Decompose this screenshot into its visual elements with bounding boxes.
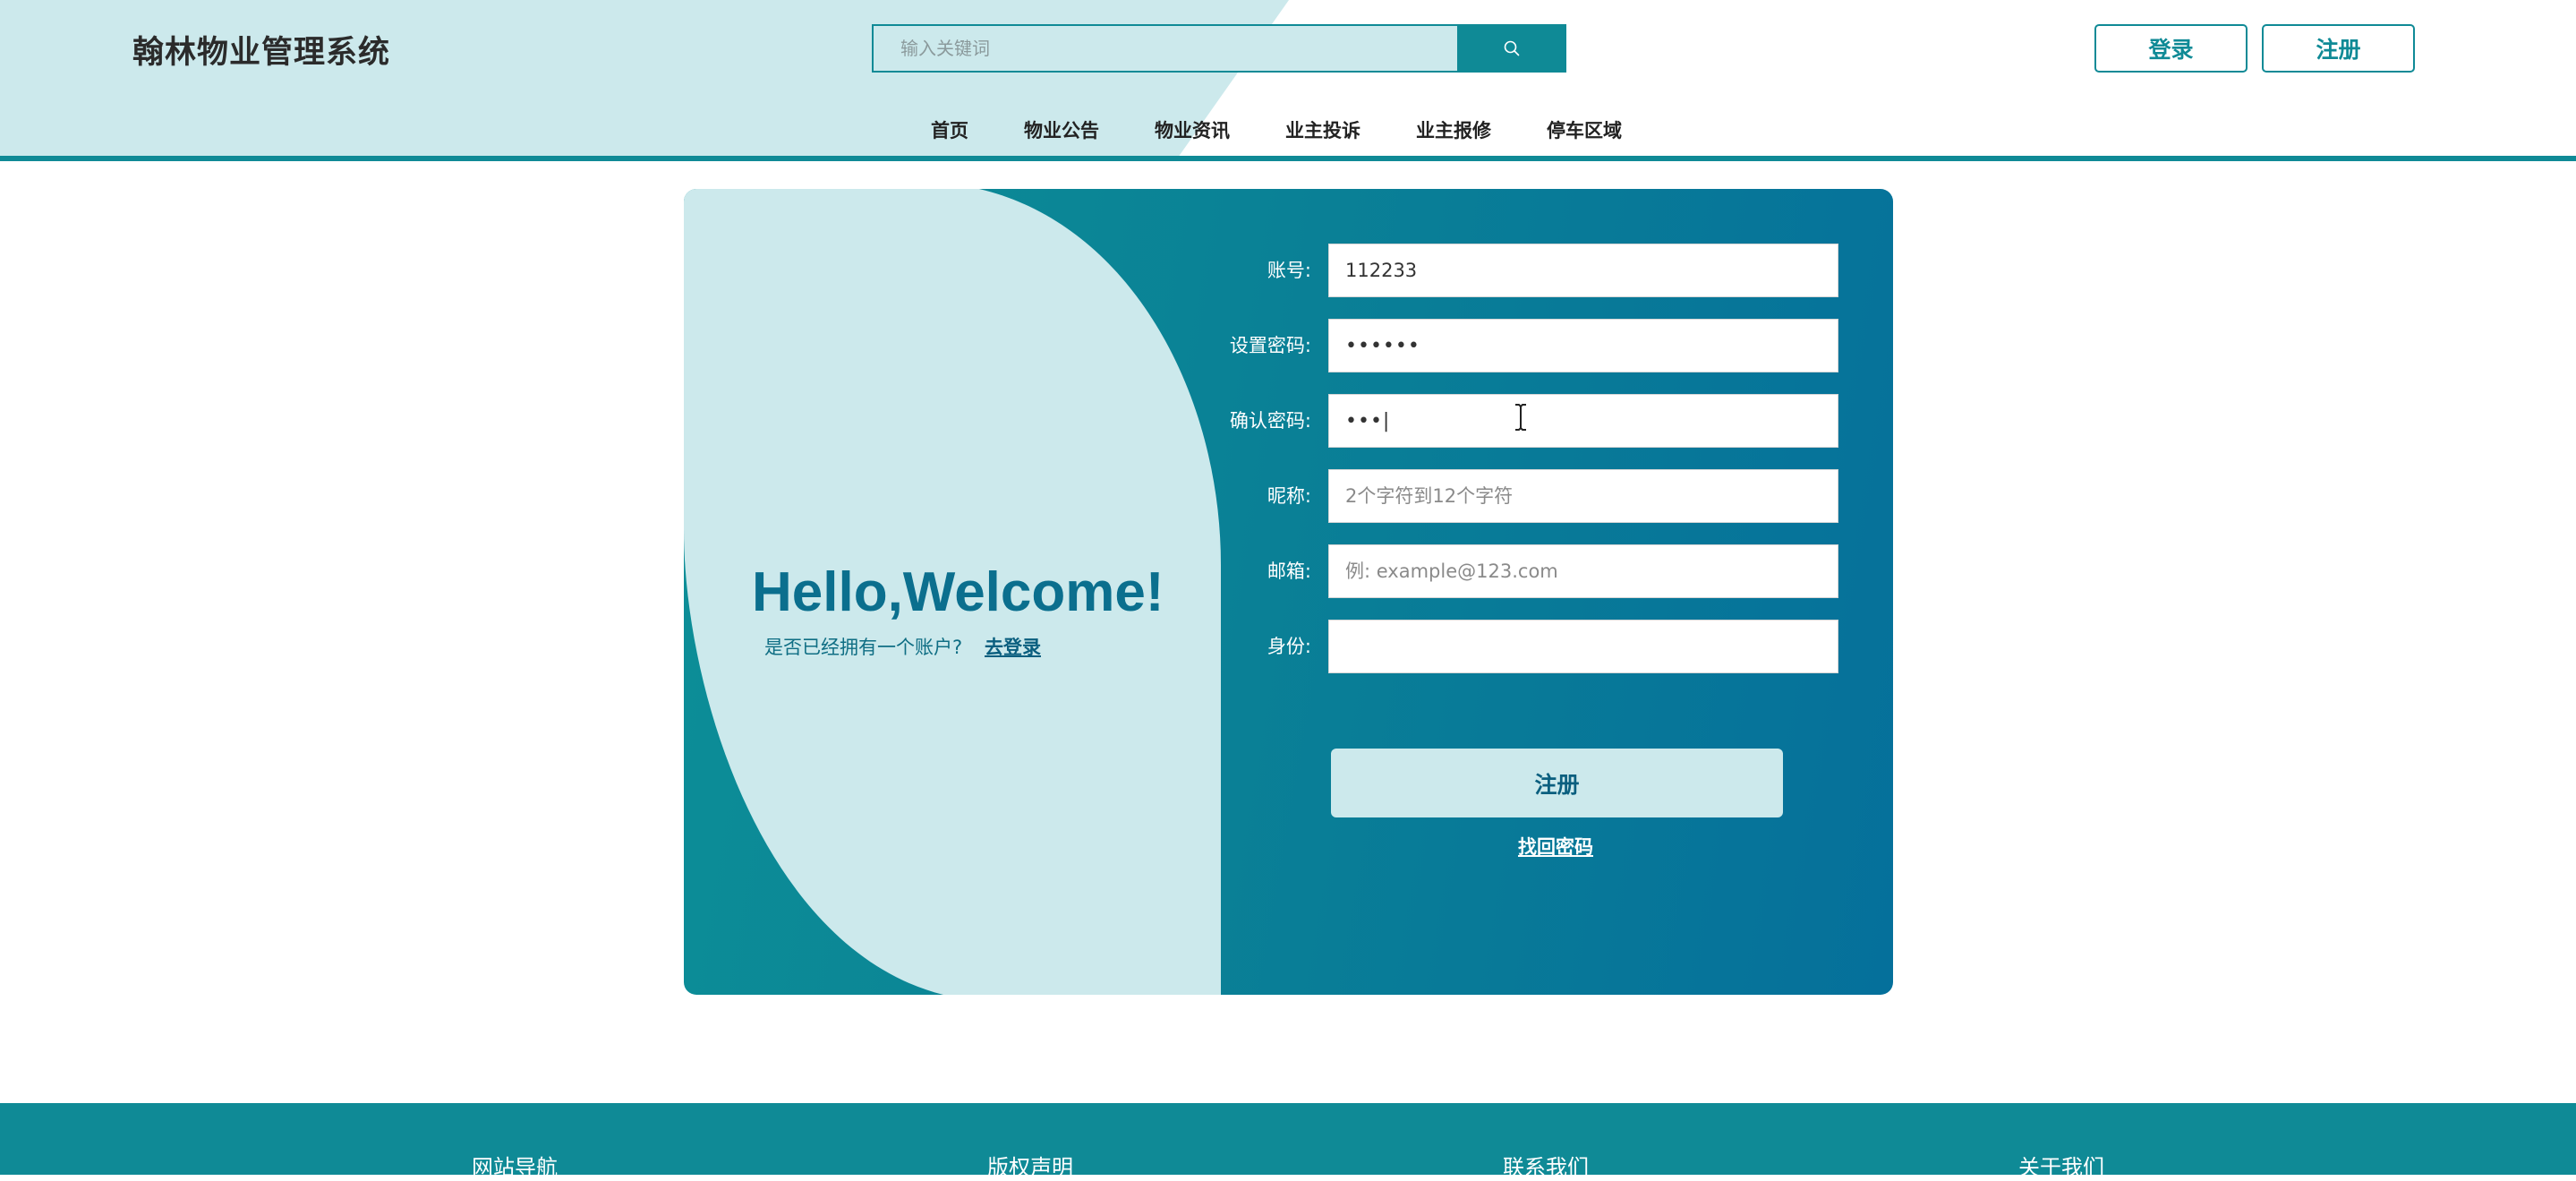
main-nav: 首页 物业公告 物业资讯 业主投诉 业主报修 停车区域: [931, 116, 1677, 143]
password-label: 设置密码:: [1229, 335, 1311, 356]
email-input[interactable]: [1328, 544, 1838, 598]
nav-item-parking[interactable]: 停车区域: [1547, 116, 1622, 143]
register-button[interactable]: 注册: [2262, 24, 2415, 73]
password-input[interactable]: [1328, 319, 1838, 372]
search-button[interactable]: [1457, 24, 1566, 73]
login-button[interactable]: 登录: [2094, 24, 2248, 73]
nav-item-home[interactable]: 首页: [931, 116, 968, 143]
footer-contact[interactable]: 联系我们: [1503, 1150, 1589, 1181]
header-divider: [0, 156, 2576, 161]
footer-site-nav[interactable]: 网站导航: [472, 1150, 558, 1181]
account-label: 账号:: [1267, 260, 1311, 281]
identity-input[interactable]: [1328, 620, 1838, 673]
email-label: 邮箱:: [1267, 561, 1311, 582]
submit-register-button[interactable]: 注册: [1331, 749, 1783, 817]
search-input[interactable]: [872, 24, 1457, 73]
form-row-identity: 身份:: [684, 620, 1893, 673]
nickname-input[interactable]: [1328, 469, 1838, 523]
nav-item-repairs[interactable]: 业主报修: [1416, 116, 1491, 143]
confirm-password-label: 确认密码:: [1229, 410, 1311, 432]
form-row-nickname: 昵称:: [684, 469, 1893, 523]
footer-copyright[interactable]: 版权声明: [987, 1150, 1073, 1181]
form-row-confirm-password: 确认密码:: [684, 394, 1893, 448]
footer: 网站导航 版权声明 联系我们 关于我们: [0, 1103, 2576, 1180]
footer-about[interactable]: 关于我们: [2018, 1150, 2104, 1181]
nickname-label: 昵称:: [1267, 485, 1311, 507]
nav-item-announcements[interactable]: 物业公告: [1024, 116, 1099, 143]
form-row-password: 设置密码:: [684, 319, 1893, 372]
text-cursor-icon: [1515, 404, 1526, 431]
form-row-email: 邮箱:: [684, 544, 1893, 598]
search-bar: [872, 24, 1566, 73]
confirm-password-input[interactable]: [1328, 394, 1838, 448]
search-icon: [1504, 40, 1520, 56]
forgot-password-link[interactable]: 找回密码: [1518, 833, 1593, 860]
form-row-account: 账号:: [684, 244, 1893, 297]
nav-item-news[interactable]: 物业资讯: [1155, 116, 1230, 143]
account-input[interactable]: [1328, 244, 1838, 297]
identity-label: 身份:: [1267, 636, 1311, 657]
nav-item-complaints[interactable]: 业主投诉: [1285, 116, 1361, 143]
site-title: 翰林物业管理系统: [132, 35, 391, 71]
header: 翰林物业管理系统 登录 注册 首页 物业公告 物业资讯 业主投诉 业主报修 停车…: [0, 0, 2576, 161]
register-card: Hello,Welcome! 是否已经拥有一个账户? 去登录 账号: 设置密码:…: [684, 189, 1893, 995]
